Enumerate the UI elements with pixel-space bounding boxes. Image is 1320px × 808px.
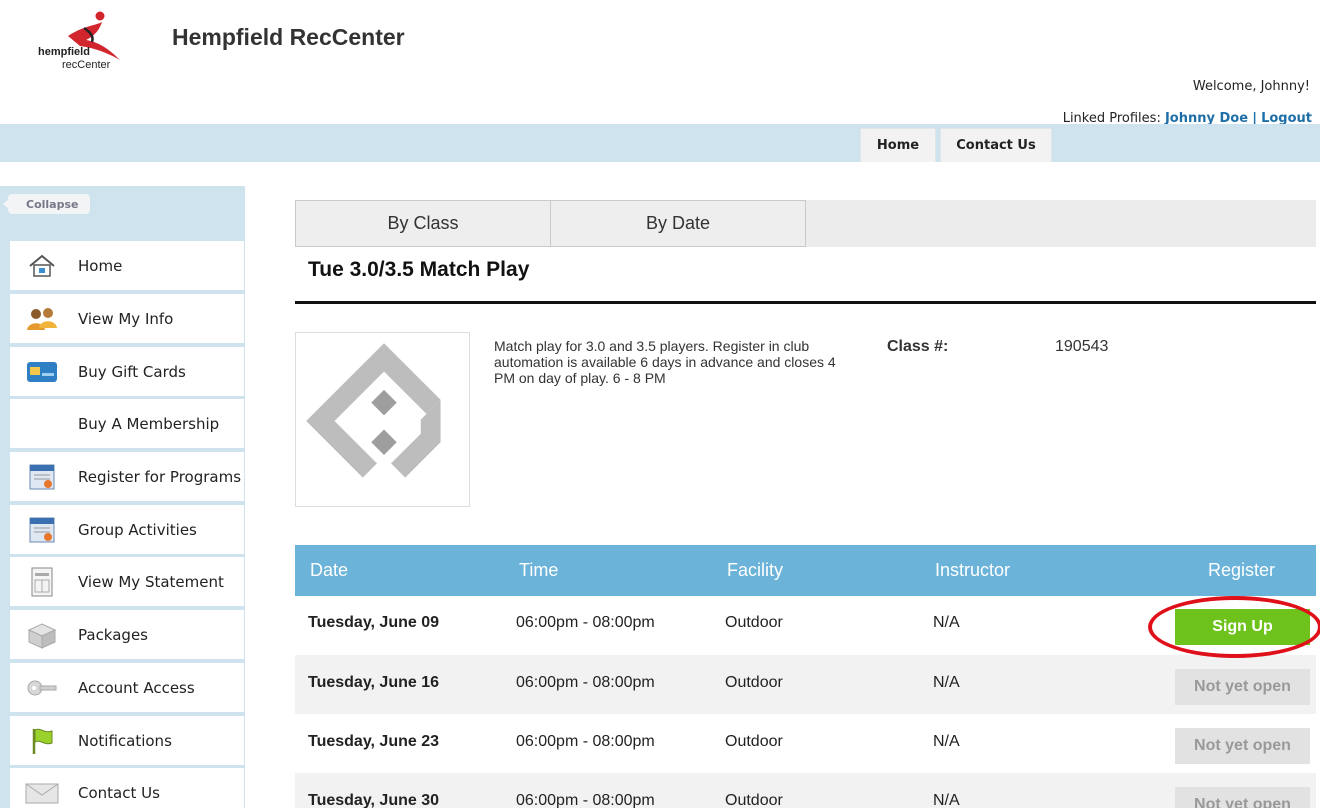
app-title: Hempfield RecCenter (172, 24, 405, 50)
sidebar-item-label: View My Info (78, 309, 174, 328)
title-divider (295, 301, 1316, 304)
sidebar-item-account-access[interactable]: Account Access (10, 663, 244, 712)
key-icon (24, 675, 60, 701)
highlight-circle-annotation (1148, 596, 1320, 658)
row-instructor: N/A (933, 733, 960, 750)
gift-card-icon (24, 359, 60, 385)
class-title: Tue 3.0/3.5 Match Play (308, 258, 530, 281)
top-nav-bar (0, 124, 1320, 162)
package-icon (24, 622, 60, 649)
row-facility: Outdoor (725, 792, 783, 808)
calendar-form-icon (24, 517, 60, 543)
row-facility: Outdoor (725, 733, 783, 750)
row-instructor: N/A (933, 674, 960, 691)
sidebar-item-register-for-programs[interactable]: Register for Programs (10, 452, 244, 501)
tab-by-class[interactable]: By Class (295, 200, 551, 247)
sidebar-item-label: Register for Programs (78, 467, 242, 486)
sidebar-item-label: Buy Gift Cards (78, 362, 186, 381)
sidebar-item-label: Buy A Membership (78, 414, 220, 433)
row-facility: Outdoor (725, 614, 783, 631)
placeholder-logo-icon (306, 343, 441, 478)
blank-icon (24, 411, 60, 437)
sidebar-item-label: View My Statement (78, 572, 224, 591)
calendar-form-icon (24, 464, 60, 490)
top-nav-contact-us[interactable]: Contact Us (940, 128, 1052, 162)
row-time: 06:00pm - 08:00pm (516, 614, 655, 631)
row-date: Tuesday, June 16 (308, 674, 440, 691)
sidebar-item-label: Contact Us (78, 783, 160, 802)
sidebar-item-view-my-info[interactable]: View My Info (10, 294, 244, 343)
row-time: 06:00pm - 08:00pm (516, 674, 655, 691)
logo-text-hempfield: hempfield (38, 46, 90, 58)
row-facility: Outdoor (725, 674, 783, 691)
class-number-value: 190543 (1055, 338, 1109, 355)
sidebar-item-home[interactable]: Home (10, 241, 244, 290)
house-icon (24, 253, 60, 279)
row-date: Tuesday, June 09 (308, 614, 440, 631)
users-icon (24, 306, 60, 332)
row-date: Tuesday, June 30 (308, 792, 440, 808)
row-instructor: N/A (933, 792, 960, 808)
row-instructor: N/A (933, 614, 960, 631)
sidebar-item-buy-gift-cards[interactable]: Buy Gift Cards (10, 347, 244, 396)
sidebar-item-contact-us[interactable]: Contact Us (10, 768, 244, 808)
tab-by-date[interactable]: By Date (550, 200, 806, 247)
not-yet-open-button: Not yet open (1175, 728, 1310, 764)
table-row: Tuesday, June 23 06:00pm - 08:00pm Outdo… (295, 714, 1316, 773)
sidebar-item-label: Home (78, 256, 123, 275)
table-row: Tuesday, June 30 06:00pm - 08:00pm Outdo… (295, 773, 1316, 808)
column-header-facility: Facility (727, 560, 784, 580)
class-number-label: Class #: (887, 338, 949, 355)
column-header-time: Time (519, 560, 559, 580)
not-yet-open-button: Not yet open (1175, 787, 1310, 808)
column-header-register: Register (1208, 560, 1276, 580)
row-time: 06:00pm - 08:00pm (516, 792, 655, 808)
envelope-icon (24, 780, 60, 806)
column-header-instructor: Instructor (935, 560, 1011, 580)
class-description: Match play for 3.0 and 3.5 players. Regi… (494, 338, 836, 386)
sidebar-item-label: Notifications (78, 731, 172, 750)
sidebar-item-buy-a-membership[interactable]: Buy A Membership (10, 399, 244, 448)
sidebar-item-notifications[interactable]: Notifications (10, 716, 244, 765)
brand-logo: hempfield recCenter (28, 8, 138, 78)
sidebar-item-label: Account Access (78, 678, 195, 697)
class-placeholder-image (295, 332, 470, 507)
row-date: Tuesday, June 23 (308, 733, 440, 750)
sidebar-item-group-activities[interactable]: Group Activities (10, 505, 244, 554)
flag-icon (24, 728, 60, 754)
table-row: Tuesday, June 16 06:00pm - 08:00pm Outdo… (295, 655, 1316, 714)
sidebar-item-label: Group Activities (78, 520, 197, 539)
welcome-message: Welcome, Johnny! (1192, 79, 1310, 94)
not-yet-open-button: Not yet open (1175, 669, 1310, 705)
top-nav-home[interactable]: Home (860, 128, 936, 162)
sidebar-item-label: Packages (78, 625, 148, 644)
row-time: 06:00pm - 08:00pm (516, 733, 655, 750)
logo-text-reccenter: recCenter (62, 59, 111, 71)
statement-icon (24, 567, 60, 596)
column-header-date: Date (310, 560, 349, 580)
collapse-button[interactable]: Collapse (2, 194, 91, 214)
sidebar-item-view-my-statement[interactable]: View My Statement (10, 557, 244, 606)
schedule-table-header (295, 545, 1316, 596)
sidebar-item-packages[interactable]: Packages (10, 610, 244, 659)
